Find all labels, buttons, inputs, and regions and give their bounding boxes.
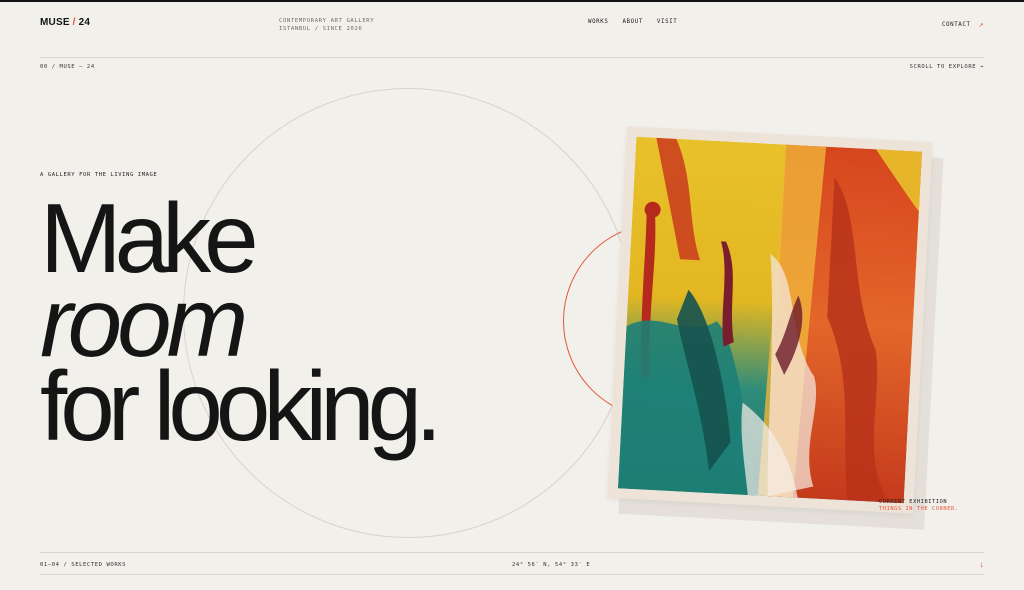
hero-headline: Make room for looking.	[40, 189, 442, 461]
footer-divider-top	[40, 552, 984, 553]
arrow-up-right-icon: ↗	[978, 20, 984, 29]
tagline-line-1: CONTEMPORARY ART GALLERY	[279, 18, 375, 24]
contact-label: CONTACT	[941, 21, 971, 28]
scroll-hint[interactable]: SCROLL TO EXPLORE →	[910, 64, 984, 70]
top-border	[0, 0, 1024, 2]
headline-line-3: for looking.	[40, 351, 442, 461]
header-divider	[40, 57, 984, 58]
exhibition-label: CURRENT EXHIBITION	[879, 499, 948, 505]
nav-visit-link[interactable]: VISIT	[657, 19, 677, 25]
hero-eyebrow: A GALLERY FOR THE LIVING IMAGE	[40, 172, 158, 178]
abstract-painting-image	[617, 136, 923, 504]
tagline-line-2: ISTANBUL / SINCE 2026	[279, 26, 363, 32]
selected-works-index: 01—04 / SELECTED WORKS	[40, 562, 127, 568]
footer-divider-bottom	[40, 574, 984, 575]
main-nav: WORKS ABOUT VISIT	[588, 19, 677, 25]
section-index: 00 / MUSE — 24	[40, 64, 95, 70]
arrow-down-icon[interactable]: ↓	[980, 559, 985, 569]
logo[interactable]: MUSE / 24	[40, 17, 90, 28]
exhibition-title: THINGS IN THE CORNER.	[879, 506, 959, 512]
contact-link[interactable]: CONTACT ↗	[942, 20, 984, 29]
logo-main: MUSE	[40, 17, 70, 28]
logo-number: 24	[78, 17, 91, 28]
current-exhibition[interactable]: CURRENT EXHIBITION THINGS IN THE CORNER.	[879, 499, 959, 513]
coordinates: 24° 56′ N, 54° 33′ E	[512, 562, 591, 568]
nav-works-link[interactable]: WORKS	[588, 19, 608, 25]
nav-about-link[interactable]: ABOUT	[622, 19, 642, 25]
logo-separator: /	[69, 17, 79, 28]
featured-painting[interactable]	[607, 126, 933, 514]
gallery-tagline: CONTEMPORARY ART GALLERY ISTANBUL / SINC…	[279, 17, 374, 33]
